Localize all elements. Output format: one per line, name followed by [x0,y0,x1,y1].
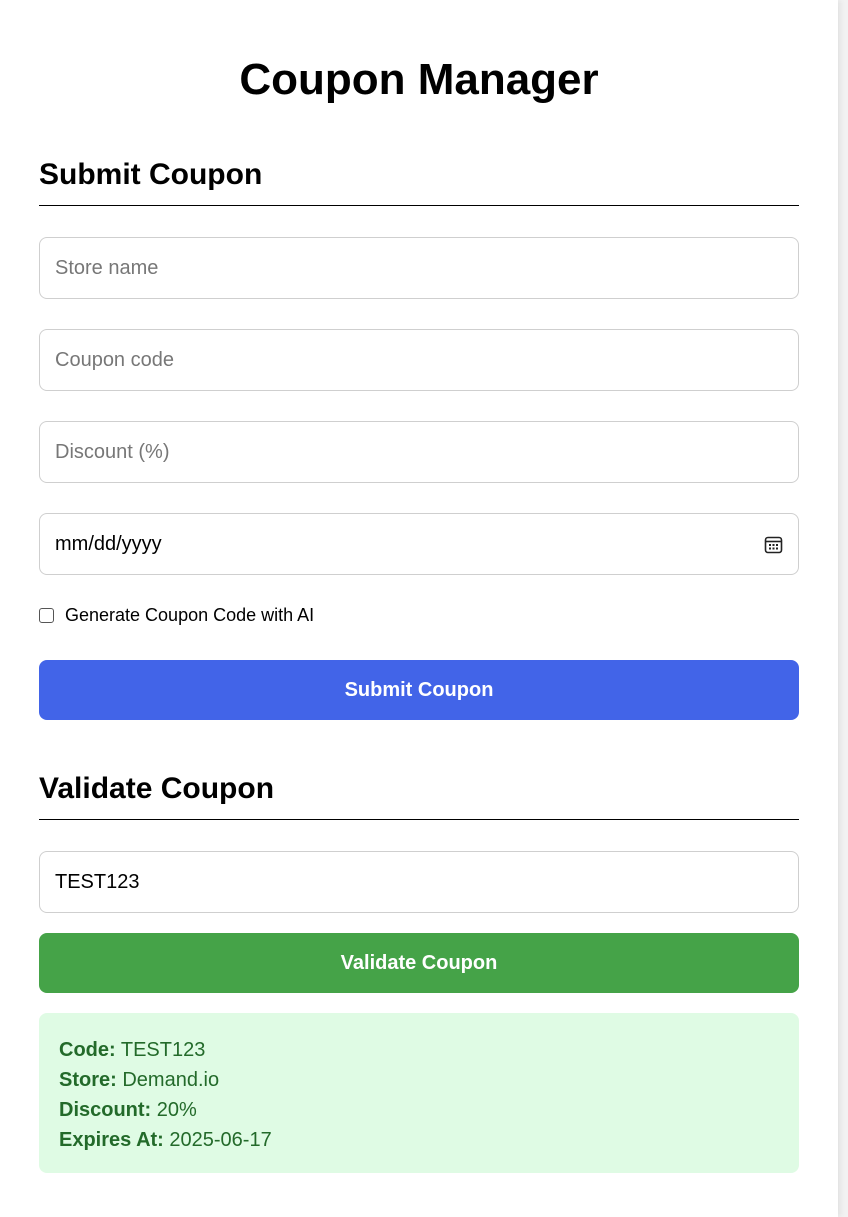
validate-section-title: Validate Coupon [39,771,799,820]
submit-section-title: Submit Coupon [39,157,799,206]
result-code-label: Code: [59,1039,116,1061]
result-store-value: Demand.io [122,1069,220,1091]
calendar-icon[interactable] [763,534,783,554]
validate-code-input[interactable] [39,851,799,913]
store-name-input[interactable] [39,237,799,299]
validate-coupon-button[interactable]: Validate Coupon [39,933,799,993]
ai-generate-option[interactable]: Generate Coupon Code with AI [39,605,314,626]
result-code-line: Code: TEST123 [59,1035,779,1065]
result-code-value: TEST123 [120,1039,206,1061]
coupon-code-input[interactable] [39,329,799,391]
result-discount-label: Discount: [59,1099,152,1121]
submit-coupon-button[interactable]: Submit Coupon [39,660,799,720]
result-store-label: Store: [59,1069,117,1091]
ai-generate-label: Generate Coupon Code with AI [65,605,315,625]
validation-result: Code: TEST123 Store: Demand.io Discount:… [39,1013,799,1173]
expiry-date-input[interactable]: mm/dd/yyyy [39,513,799,575]
result-store-line: Store: Demand.io [59,1065,779,1095]
date-placeholder: mm/dd/yyyy [55,532,162,555]
result-expires-value: 2025-06-17 [169,1129,272,1151]
result-expires-line: Expires At: 2025-06-17 [59,1125,779,1155]
discount-input[interactable] [39,421,799,483]
result-discount-value: 20% [156,1099,197,1121]
ai-generate-checkbox[interactable] [39,608,54,623]
result-discount-line: Discount: 20% [59,1095,779,1125]
result-expires-label: Expires At: [59,1129,164,1151]
page-title: Coupon Manager [239,55,599,104]
coupon-manager-card: Coupon Manager Submit Coupon mm/dd/yyyy … [0,0,838,1217]
